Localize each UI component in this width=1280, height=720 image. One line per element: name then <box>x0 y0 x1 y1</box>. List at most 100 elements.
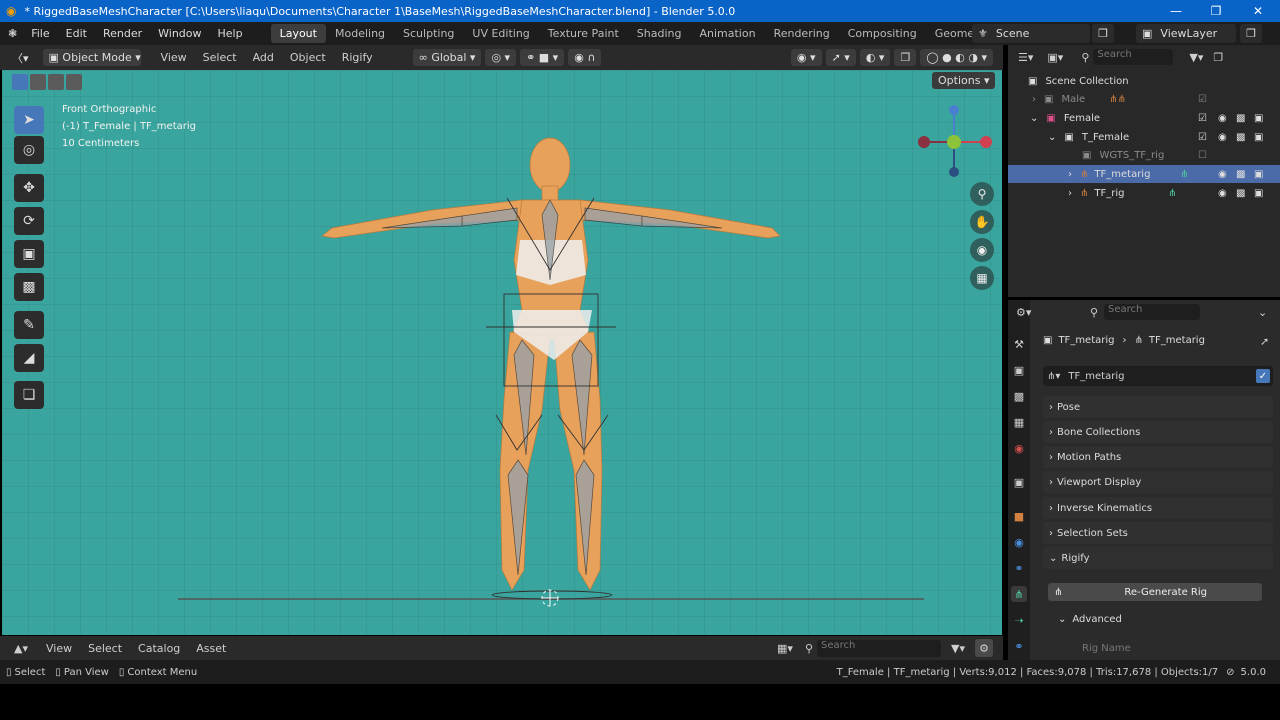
pin-icon[interactable]: ➚ <box>1260 335 1269 348</box>
eye-icon[interactable]: ◉ <box>1218 113 1227 124</box>
bone-tab-icon[interactable]: ➝ <box>1011 612 1027 628</box>
camera-icon[interactable]: ▣ <box>1254 188 1263 199</box>
menu-object[interactable]: Object <box>282 51 334 64</box>
eye-icon[interactable]: ◉ <box>1218 188 1227 199</box>
asset-menu-asset[interactable]: Asset <box>188 642 234 655</box>
expand-icon[interactable]: ⌄ <box>1030 113 1038 124</box>
monitor-icon[interactable]: ▩ <box>1236 132 1245 143</box>
new-view-layer-button[interactable]: ❐ <box>1240 24 1262 43</box>
3d-viewport[interactable]: Options ▾ Front Orthographic (-1) T_Fema… <box>2 70 1002 635</box>
menu-rigify[interactable]: Rigify <box>334 51 381 64</box>
expand-icon[interactable]: › <box>1032 94 1036 105</box>
object-tab-icon[interactable]: ■ <box>1011 508 1027 524</box>
panel-motion-paths[interactable]: › Motion Paths <box>1043 446 1273 468</box>
scene-selector[interactable]: ⚜ Scene <box>972 24 1090 43</box>
expand-icon[interactable]: ⌄ <box>1048 132 1056 143</box>
shading-modes[interactable]: ◯ ● ◐ ◑ ▾ <box>920 49 993 66</box>
filter-icon[interactable]: ▼▾ <box>951 642 965 655</box>
checkbox-icon[interactable]: ☐ <box>1198 150 1207 161</box>
settings-gear-icon[interactable]: ⚙ <box>975 639 993 657</box>
tab-rendering[interactable]: Rendering <box>765 24 839 43</box>
panel-bone-collections[interactable]: › Bone Collections <box>1043 421 1273 443</box>
minimize-button[interactable]: — <box>1156 0 1196 22</box>
physics-tab-icon[interactable]: ◉ <box>1011 534 1027 550</box>
editor-type-icon[interactable]: ⚙▾ <box>1016 306 1031 319</box>
pivot-dropdown[interactable]: ◎ ▾ <box>485 49 517 66</box>
outliner-row-female[interactable]: ⌄ ▣ Female ☑ ◉ ▩ ▣ <box>1008 109 1280 127</box>
monitor-icon[interactable]: ▩ <box>1236 169 1245 180</box>
tab-animation[interactable]: Animation <box>690 24 764 43</box>
menu-window[interactable]: Window <box>150 27 209 40</box>
outliner-row-t-female[interactable]: ⌄ ▣ T_Female ☑ ◉ ▩ ▣ <box>1008 128 1280 146</box>
view-layer-selector[interactable]: ▣ ViewLayer <box>1136 24 1236 43</box>
armature-data-tab-icon[interactable]: ⋔ <box>1011 586 1027 602</box>
render-tab-icon[interactable]: ▣ <box>1011 362 1027 378</box>
xray-toggle[interactable]: ❐ <box>894 49 917 66</box>
tab-shading[interactable]: Shading <box>628 24 691 43</box>
tab-sculpting[interactable]: Sculpting <box>394 24 463 43</box>
outliner-row-tf-metarig[interactable]: › ⋔ TF_metarig ⋔ ◉ ▩ ▣ <box>1008 165 1280 183</box>
close-button[interactable]: ✕ <box>1238 0 1278 22</box>
eye-icon[interactable]: ◉ <box>1218 169 1227 180</box>
bone-constraint-tab-icon[interactable]: ⚭ <box>1011 638 1027 654</box>
asset-menu-catalog[interactable]: Catalog <box>130 642 188 655</box>
camera-icon[interactable]: ▣ <box>1254 132 1263 143</box>
eye-icon[interactable]: ◉ <box>1218 132 1227 143</box>
scene-tab-icon[interactable]: ◉ <box>1011 440 1027 456</box>
monitor-icon[interactable]: ▩ <box>1236 113 1245 124</box>
checkbox-icon[interactable]: ☑ <box>1198 113 1207 124</box>
tab-texture-paint[interactable]: Texture Paint <box>539 24 628 43</box>
menu-help[interactable]: Help <box>210 27 251 40</box>
panel-pose[interactable]: › Pose <box>1043 396 1273 418</box>
menu-view[interactable]: View <box>153 51 195 64</box>
panel-inverse-kinematics[interactable]: › Inverse Kinematics <box>1043 497 1273 519</box>
asset-search-input[interactable]: Search <box>817 639 942 657</box>
tab-layout[interactable]: Layout <box>270 24 326 43</box>
monitor-icon[interactable]: ▩ <box>1236 188 1245 199</box>
expand-icon[interactable]: › <box>1068 188 1072 199</box>
world-tab-icon[interactable]: ▣ <box>1011 474 1027 490</box>
menu-add[interactable]: Add <box>245 51 282 64</box>
overlay-toggle[interactable]: ◐ ▾ <box>859 49 891 66</box>
editor-type-icon[interactable]: 〈▾ <box>12 50 29 66</box>
outliner-row-scene-collection[interactable]: ▣ Scene Collection <box>1008 72 1280 90</box>
output-tab-icon[interactable]: ▩ <box>1011 388 1027 404</box>
asset-menu-select[interactable]: Select <box>80 642 130 655</box>
visibility-dropdown[interactable]: ◉ ▾ <box>790 49 822 66</box>
regenerate-rig-button[interactable]: ⋔ Re-Generate Rig <box>1048 583 1262 601</box>
panel-rigify[interactable]: ⌄ Rigify <box>1043 547 1273 569</box>
outliner-row-wgts[interactable]: ▣ WGTS_TF_rig ☐ <box>1008 146 1280 164</box>
fake-user-icon[interactable]: ✓ <box>1256 369 1270 383</box>
character-model[interactable] <box>2 70 1002 635</box>
tool-tab-icon[interactable]: ⚒ <box>1011 336 1027 352</box>
armature-name-field[interactable]: ⋔▾ TF_metarig ✓ <box>1043 366 1273 386</box>
asset-menu-view[interactable]: View <box>38 642 80 655</box>
properties-search-input[interactable]: Search <box>1104 304 1200 320</box>
tab-uv-editing[interactable]: UV Editing <box>463 24 538 43</box>
filter-icon[interactable]: ▼▾ <box>1189 51 1203 64</box>
blender-menu-icon[interactable]: ❃ <box>8 27 17 40</box>
display-mode-icon[interactable]: ▦▾ <box>777 642 793 655</box>
snap-toggle[interactable]: ⚭ ■ ▾ <box>520 49 565 66</box>
outliner-row-male[interactable]: › ▣ Male ⋔⋔ ☑ <box>1008 90 1280 108</box>
display-mode-icon[interactable]: ▣▾ <box>1047 51 1063 64</box>
editor-type-icon[interactable]: ▲▾ <box>14 642 28 655</box>
checkbox-icon[interactable]: ☑ <box>1198 94 1207 105</box>
gizmo-toggle[interactable]: ➚ ▾ <box>825 49 856 66</box>
menu-select[interactable]: Select <box>195 51 245 64</box>
expand-icon[interactable]: › <box>1068 169 1072 180</box>
view-layer-tab-icon[interactable]: ▦ <box>1011 414 1027 430</box>
outliner-search-input[interactable]: Search <box>1093 49 1174 65</box>
menu-file[interactable]: File <box>23 27 57 40</box>
3d-cursor[interactable] <box>541 589 559 607</box>
outliner-row-tf-rig[interactable]: › ⋔ TF_rig ⋔ ◉ ▩ ▣ <box>1008 184 1280 202</box>
checkbox-icon[interactable]: ☑ <box>1198 132 1207 143</box>
maximize-button[interactable]: ❐ <box>1196 0 1236 22</box>
proportional-edit-toggle[interactable]: ◉ ∩ <box>568 49 602 66</box>
head[interactable] <box>529 137 571 193</box>
new-collection-icon[interactable]: ❐ <box>1213 51 1223 64</box>
transform-orientation-dropdown[interactable]: ∞ Global ▾ <box>412 49 482 66</box>
chevron-down-icon[interactable]: ⌄ <box>1258 306 1267 319</box>
new-scene-button[interactable]: ❐ <box>1092 24 1114 43</box>
panel-selection-sets[interactable]: › Selection Sets <box>1043 522 1273 544</box>
